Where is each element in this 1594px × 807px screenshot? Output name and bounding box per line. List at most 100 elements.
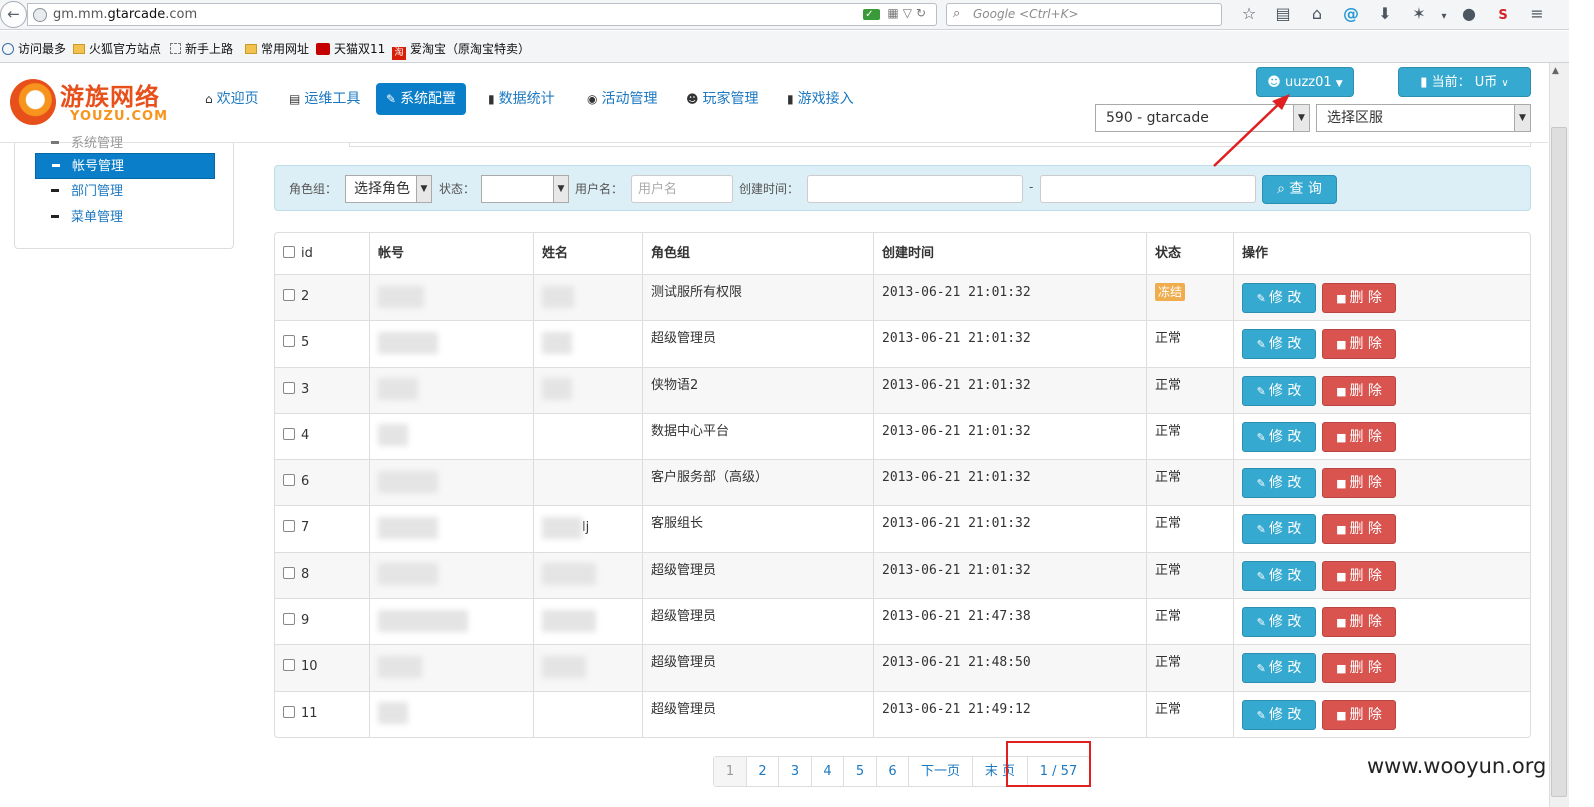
row-id: 6 bbox=[301, 474, 310, 490]
download-icon[interactable]: ⬇ bbox=[1368, 4, 1402, 23]
page-4[interactable]: 4 bbox=[811, 757, 843, 786]
edit-button[interactable]: ✎ 修 改 bbox=[1242, 375, 1316, 406]
status-select[interactable]: ▼ bbox=[481, 175, 569, 203]
shield-icon[interactable]: ✓ bbox=[863, 9, 880, 20]
nav-item-game-access[interactable]: ▮ 游戏接入 bbox=[777, 83, 864, 115]
redacted-name bbox=[542, 285, 574, 308]
at-icon[interactable]: @ bbox=[1334, 4, 1368, 23]
back-arrow-icon[interactable]: ← bbox=[0, 1, 27, 28]
url-text: gm.mm.gtarcade.com bbox=[53, 7, 198, 22]
star-icon[interactable]: ☆ bbox=[1232, 4, 1266, 23]
nav-item-ops-tools[interactable]: ▤ 运维工具 bbox=[279, 83, 370, 115]
username-input[interactable] bbox=[631, 175, 733, 203]
delete-button[interactable]: ■ 删 除 bbox=[1322, 329, 1396, 360]
cell-name bbox=[533, 413, 642, 460]
edit-button[interactable]: ✎ 修 改 bbox=[1242, 653, 1316, 684]
search-input[interactable]: ⌕ Google <Ctrl+K> bbox=[946, 3, 1222, 26]
row-checkbox[interactable] bbox=[283, 289, 295, 301]
menu-icon[interactable]: ≡ bbox=[1520, 4, 1554, 23]
sidebar-item-accounts[interactable]: 帐号管理 bbox=[35, 153, 215, 179]
url-bar[interactable]: gm.mm.gtarcade.com ✓ ▦▽↻ bbox=[27, 3, 937, 26]
row-checkbox[interactable] bbox=[283, 566, 295, 579]
nav-item-welcome[interactable]: ⌂ 欢迎页 bbox=[195, 83, 269, 115]
page-3[interactable]: 3 bbox=[778, 757, 811, 786]
scroll-up-arrow-icon[interactable]: ▲ bbox=[1552, 66, 1559, 76]
created-from-input[interactable] bbox=[807, 175, 1023, 203]
reload-icon[interactable]: ↻ bbox=[916, 6, 930, 20]
bookmark-most-visited[interactable]: 访问最多 bbox=[2, 40, 66, 57]
row-checkbox[interactable] bbox=[283, 427, 295, 440]
dropdown-icon[interactable]: ▾ bbox=[1436, 11, 1452, 22]
row-checkbox[interactable] bbox=[283, 659, 295, 672]
bookmark-firefox-site[interactable]: 火狐官方站点 bbox=[73, 40, 161, 57]
edit-button[interactable]: ✎ 修 改 bbox=[1242, 607, 1316, 638]
home-icon[interactable]: ⌂ bbox=[1300, 4, 1334, 23]
dropdown-icon[interactable]: ▽ bbox=[903, 6, 916, 20]
sidebar-item-menus[interactable]: 菜单管理 bbox=[35, 205, 215, 231]
nav-item-players[interactable]: ☻ 玩家管理 bbox=[676, 83, 769, 115]
edit-button[interactable]: ✎ 修 改 bbox=[1242, 468, 1316, 499]
server-select[interactable]: 590 - gtarcade ▼ bbox=[1095, 104, 1310, 132]
select-all-checkbox[interactable] bbox=[283, 246, 295, 258]
edit-button[interactable]: ✎ 修 改 bbox=[1242, 421, 1316, 452]
delete-button[interactable]: ■ 删 除 bbox=[1322, 421, 1396, 452]
currency-menu-button[interactable]: ▮ 当前： U币 ∨ bbox=[1398, 67, 1531, 97]
browser-icon-row: ☆ ▤ ⌂ @ ⬇ ✶ ▾ ● S ≡ bbox=[1232, 4, 1554, 26]
s-icon[interactable]: S bbox=[1486, 8, 1520, 23]
bookmark-getting-started[interactable]: 新手上路 bbox=[170, 40, 233, 57]
delete-button[interactable]: ■ 删 除 bbox=[1322, 653, 1396, 684]
delete-button[interactable]: ■ 删 除 bbox=[1322, 699, 1396, 730]
logo-swirl-icon bbox=[10, 79, 56, 125]
search-icon: ⌕ bbox=[953, 6, 961, 21]
edit-icon: ✎ bbox=[1256, 430, 1266, 444]
row-checkbox[interactable] bbox=[283, 381, 295, 394]
query-button[interactable]: ⌕ 查 询 bbox=[1262, 175, 1337, 204]
logo[interactable]: 游族网络 YOUZU.COM bbox=[10, 75, 180, 131]
cell-id: 3 bbox=[275, 368, 369, 413]
row-checkbox[interactable] bbox=[283, 613, 295, 626]
edit-button[interactable]: ✎ 修 改 bbox=[1242, 560, 1316, 591]
edit-button[interactable]: ✎ 修 改 bbox=[1242, 329, 1316, 360]
nav-item-data-stats[interactable]: ▮ 数据统计 bbox=[478, 83, 565, 115]
reading-list-icon[interactable]: ▤ bbox=[1266, 4, 1300, 23]
page-2[interactable]: 2 bbox=[746, 757, 778, 786]
delete-button[interactable]: ■ 删 除 bbox=[1322, 560, 1396, 591]
role-select[interactable]: 选择角色 ▼ bbox=[345, 175, 432, 203]
edit-button[interactable]: ✎ 修 改 bbox=[1242, 514, 1316, 545]
name-suffix: lj bbox=[582, 520, 590, 536]
delete-button[interactable]: ■ 删 除 bbox=[1322, 468, 1396, 499]
page-5[interactable]: 5 bbox=[843, 757, 876, 786]
created-to-input[interactable] bbox=[1040, 175, 1256, 203]
delete-label: 删 除 bbox=[1349, 567, 1382, 584]
row-checkbox[interactable] bbox=[283, 474, 295, 487]
page-6[interactable]: 6 bbox=[876, 757, 908, 786]
delete-button[interactable]: ■ 删 除 bbox=[1322, 283, 1396, 313]
next-page-link[interactable]: 下一页 bbox=[908, 757, 972, 786]
area-select[interactable]: 选择区服 ▼ bbox=[1316, 104, 1531, 132]
chat-icon[interactable]: ● bbox=[1452, 4, 1486, 23]
bookmark-tmall[interactable]: 天猫双11 bbox=[316, 40, 385, 57]
delete-button[interactable]: ■ 删 除 bbox=[1322, 375, 1396, 406]
nav-item-activity[interactable]: ◉ 活动管理 bbox=[577, 83, 667, 115]
row-checkbox[interactable] bbox=[283, 335, 295, 348]
edit-button[interactable]: ✎ 修 改 bbox=[1242, 699, 1316, 730]
delete-button[interactable]: ■ 删 除 bbox=[1322, 514, 1396, 545]
scrollbar-thumb[interactable] bbox=[1551, 127, 1567, 797]
qr-code-icon[interactable]: ▦ bbox=[887, 6, 902, 20]
sidebar-item-departments[interactable]: 部门管理 bbox=[35, 179, 215, 205]
edit-button[interactable]: ✎ 修 改 bbox=[1242, 283, 1316, 313]
row-checkbox[interactable] bbox=[283, 705, 295, 718]
nav-item-system-config[interactable]: ✎ 系统配置 bbox=[376, 83, 467, 115]
bookmark-ai-taobao[interactable]: 淘爱淘宝（原淘宝特卖） bbox=[392, 40, 530, 60]
user-menu-button[interactable]: ☻ uuzz01 ▼ bbox=[1256, 67, 1354, 97]
bookmark-common-sites[interactable]: 常用网址 bbox=[245, 40, 309, 57]
addon-icon[interactable]: ✶ bbox=[1402, 4, 1436, 23]
row-checkbox[interactable] bbox=[283, 520, 295, 533]
delete-button[interactable]: ■ 删 除 bbox=[1322, 607, 1396, 638]
edit-label: 修 改 bbox=[1268, 336, 1302, 353]
user-icon: ☻ bbox=[686, 92, 699, 106]
cell-name bbox=[533, 321, 642, 367]
book-icon: ▮ bbox=[787, 92, 794, 106]
page-1[interactable]: 1 bbox=[714, 757, 746, 786]
table-body: 2 测试服所有权限 2013-06-21 21:01:32 冻结 ✎ 修 改 ■ 删 除 5 超级… bbox=[275, 274, 1530, 737]
